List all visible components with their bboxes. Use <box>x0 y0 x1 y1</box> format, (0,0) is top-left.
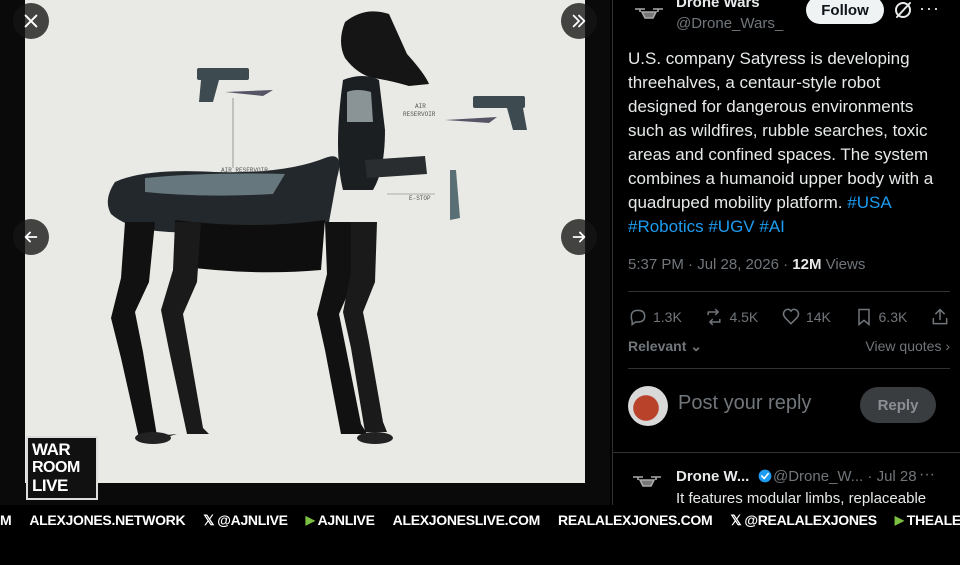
drone-icon <box>633 476 661 487</box>
share-action[interactable] <box>930 307 950 327</box>
logo-line-live: LIVE <box>32 476 68 495</box>
double-chevron-right-icon <box>572 14 586 28</box>
logo-line-room: ROOM <box>32 459 80 476</box>
tweet-text: U.S. company Satyress is developing thre… <box>628 47 948 239</box>
chevron-down-icon: ⌄ <box>686 338 702 354</box>
reply-author-avatar[interactable] <box>631 471 667 497</box>
previous-image-button[interactable] <box>13 219 49 255</box>
sort-label: Relevant <box>628 338 687 354</box>
ticker-item: ALEXJONES.NETWORK <box>29 512 185 528</box>
tweet-body: U.S. company Satyress is developing thre… <box>628 49 934 212</box>
rumble-logo-icon: ▶ <box>305 513 315 527</box>
more-options-icon[interactable]: ··· <box>919 0 941 18</box>
views-count: 12M <box>792 256 822 273</box>
reply-count: 1.3K <box>653 309 682 325</box>
divider <box>628 291 950 292</box>
verified-badge-icon <box>758 469 771 483</box>
ticker-text: ALEXJONES.NETWORK <box>29 512 186 528</box>
hashtag-robotics[interactable]: #Robotics <box>628 217 704 236</box>
tweet-panel: Drone Wars @Drone_Wars_ Follow ··· U.S. … <box>612 0 960 507</box>
ticker-text: ALEXJONESLIVE.COM <box>392 512 541 528</box>
more-options-icon[interactable]: ··· <box>919 466 935 484</box>
divider <box>628 368 950 369</box>
ticker-text: AJNLIVE <box>317 512 375 528</box>
author-avatar[interactable] <box>631 0 667 26</box>
grok-icon[interactable] <box>893 0 913 20</box>
reply-action[interactable]: 1.3K <box>628 307 682 327</box>
label-estop: E-STOP <box>409 195 431 202</box>
tweet-meta: 5:37 PM · Jul 28, 2026 · 12M Views <box>628 256 865 273</box>
repost-action[interactable]: 4.5K <box>704 307 758 327</box>
bookmark-count: 6.3K <box>878 309 908 325</box>
repost-icon <box>707 308 722 326</box>
reply-composer: Post your reply Reply <box>628 382 950 428</box>
label-air-reservoir-arm: AIR RESERVOIR <box>403 103 436 118</box>
hashtag-ai[interactable]: #AI <box>759 217 785 236</box>
author-name[interactable]: Drone Wars <box>676 0 760 11</box>
close-icon <box>24 14 38 28</box>
tweet-header: Drone Wars @Drone_Wars_ Follow ··· <box>613 0 960 40</box>
ticker-item: ▶THEALEXJONES <box>895 512 960 528</box>
ticker-item: M <box>0 512 12 528</box>
label-air-reservoir-body: AIR RESERVOIR <box>221 167 268 174</box>
sort-relevant-dropdown[interactable]: Relevant ⌄ <box>628 338 702 355</box>
ticker-text: THEALEXJONES <box>906 512 960 528</box>
author-handle[interactable]: @Drone_Wars_ <box>676 15 783 32</box>
reply-icon <box>630 309 646 326</box>
share-icon <box>932 308 948 325</box>
news-ticker: M ALEXJONES.NETWORK 𝕏 @AJNLIVE ▶ AJNLIVE ALEXJ… <box>0 508 960 532</box>
ticker-item: ▶ AJNLIVE <box>306 512 375 528</box>
close-button[interactable] <box>13 3 49 39</box>
repost-count: 4.5K <box>729 309 759 325</box>
arrow-right-icon <box>572 231 586 243</box>
tweet-timestamp[interactable]: 5:37 PM · Jul 28, 2026 · <box>628 256 792 273</box>
next-image-button[interactable] <box>561 219 597 255</box>
reply-tweet[interactable]: Drone W... @Drone_W... · Jul 28 ··· It f… <box>613 452 960 512</box>
collapse-panel-button[interactable] <box>561 3 597 39</box>
hashtag-usa[interactable]: #USA <box>847 193 890 212</box>
reply-button[interactable]: Reply <box>860 387 936 423</box>
ticker-item: ALEXJONESLIVE.COM <box>392 512 541 528</box>
views-label: Views <box>821 256 866 273</box>
war-room-live-logo: WAR ROOM LIVE <box>26 436 98 500</box>
arrow-left-icon <box>24 231 38 243</box>
reply-author-name-text: Drone W... <box>676 468 750 485</box>
x-logo-icon: 𝕏 <box>730 511 742 528</box>
drone-icon <box>635 8 663 19</box>
ticker-item: 𝕏 @AJNLIVE <box>203 511 288 529</box>
sort-row: Relevant ⌄ View quotes › <box>628 338 950 358</box>
bookmark-icon <box>857 308 870 327</box>
ticker-text: @REALALEXJONES <box>744 512 877 528</box>
hashtag-ugv[interactable]: #UGV <box>708 217 754 236</box>
view-quotes-link[interactable]: View quotes › <box>865 338 950 354</box>
media-viewer: AIR RESERVOIR AIR RESERVOIR E-STOP WAR RO… <box>0 0 610 505</box>
x-logo-icon: 𝕏 <box>203 511 215 528</box>
follow-button[interactable]: Follow <box>806 0 884 24</box>
ticker-item: 𝕏 @REALALEXJONES <box>730 511 877 529</box>
ticker-item: REALALEXJONES.COM <box>558 512 713 528</box>
view-quotes-label: View quotes <box>865 338 942 354</box>
reply-author-handle[interactable]: @Drone_W... · Jul 28 <box>773 468 917 485</box>
chevron-right-icon: › <box>941 338 950 354</box>
user-avatar[interactable] <box>628 386 668 426</box>
ticker-text: REALALEXJONES.COM <box>558 512 713 528</box>
rumble-logo-icon: ▶ <box>894 513 904 527</box>
robot-photo: AIR RESERVOIR AIR RESERVOIR E-STOP <box>25 0 585 483</box>
ticker-text: M <box>0 512 12 528</box>
reply-text: It features modular limbs, replaceable <box>676 490 927 507</box>
robot-illustration: AIR RESERVOIR AIR RESERVOIR E-STOP <box>107 11 527 444</box>
like-action[interactable]: 14K <box>781 307 831 327</box>
like-count: 14K <box>805 309 831 325</box>
ticker-text: @AJNLIVE <box>217 512 288 528</box>
action-bar: 1.3K 4.5K 14K 6.3K <box>628 305 950 329</box>
heart-icon <box>782 308 800 325</box>
reply-input[interactable]: Post your reply <box>678 392 811 415</box>
reply-author-name[interactable]: Drone W... <box>676 468 773 485</box>
bookmark-action[interactable]: 6.3K <box>854 307 908 327</box>
logo-line-war: WAR <box>32 440 71 459</box>
